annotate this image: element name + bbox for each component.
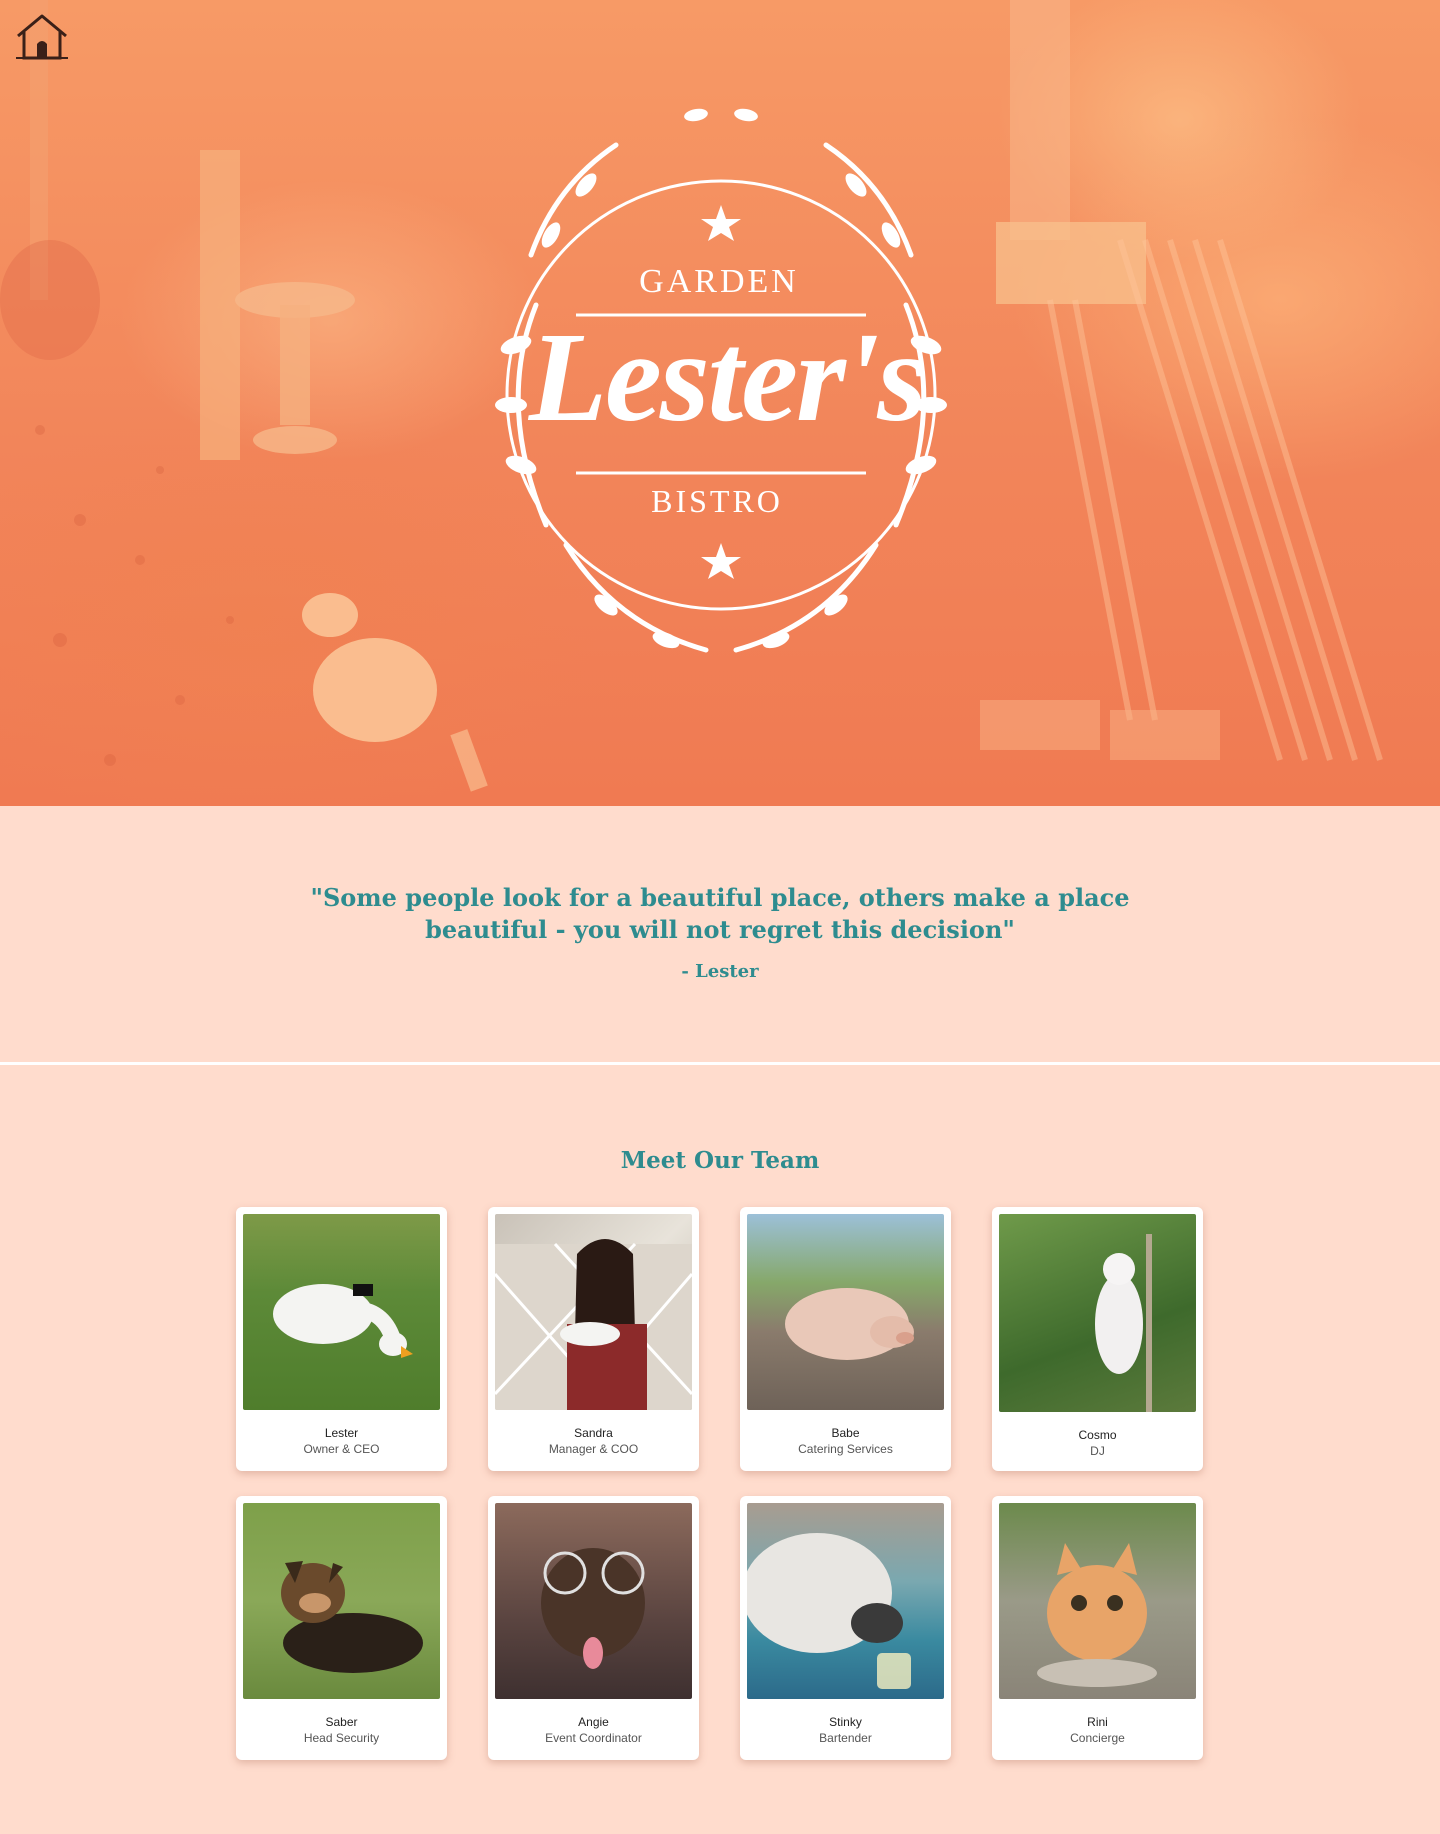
team-photo-pig xyxy=(747,1214,944,1410)
team-member-name: Cosmo xyxy=(1078,1428,1117,1442)
section-divider xyxy=(0,1062,1440,1065)
team-heading: Meet Our Team xyxy=(620,1147,820,1174)
hero-banner: GARDEN Lester's BISTRO xyxy=(0,0,1440,806)
team-photo-goose xyxy=(243,1214,440,1410)
star-icon xyxy=(701,205,741,241)
team-member-name: Sandra xyxy=(574,1426,613,1440)
team-member-name: Stinky xyxy=(829,1715,862,1729)
team-card-rini[interactable]: Rini Concierge xyxy=(992,1496,1203,1760)
quote-author: - Lester xyxy=(681,961,759,982)
team-photo-cockatoo xyxy=(999,1214,1196,1412)
logo-bottom-word: BISTRO xyxy=(651,483,783,519)
team-grid: Lester Owner & CEO Sandra Manager & COO … xyxy=(236,1207,1204,1760)
team-member-name: Rini xyxy=(1087,1715,1108,1729)
team-member-role: Owner & CEO xyxy=(303,1442,380,1456)
logo-name: Lester's xyxy=(528,306,927,448)
quote-text: "Some people look for a beautiful place,… xyxy=(310,883,1130,944)
team-card-lester[interactable]: Lester Owner & CEO xyxy=(236,1207,447,1471)
team-card-stinky[interactable]: Stinky Bartender xyxy=(740,1496,951,1760)
logo-top-word: GARDEN xyxy=(639,263,799,300)
team-photo-cat xyxy=(999,1503,1196,1699)
team-member-role: Concierge xyxy=(1070,1731,1125,1745)
team-member-name: Saber xyxy=(325,1715,358,1729)
house-icon xyxy=(16,14,68,60)
star-icon xyxy=(701,543,741,579)
quote-section: "Some people look for a beautiful place,… xyxy=(0,806,1440,1063)
team-card-sandra[interactable]: Sandra Manager & COO xyxy=(488,1207,699,1471)
team-member-role: Head Security xyxy=(303,1731,380,1745)
bistro-logo: GARDEN Lester's BISTRO xyxy=(436,105,1006,680)
team-member-name: Lester xyxy=(324,1426,359,1440)
team-member-name: Angie xyxy=(578,1715,609,1729)
team-card-angie[interactable]: Angie Event Coordinator xyxy=(488,1496,699,1760)
team-card-babe[interactable]: Babe Catering Services xyxy=(740,1207,951,1471)
team-member-role: Event Coordinator xyxy=(545,1731,642,1745)
team-photo-dog xyxy=(243,1503,440,1699)
home-button[interactable] xyxy=(14,12,70,62)
team-photo-skunk xyxy=(747,1503,944,1699)
team-member-role: DJ xyxy=(1090,1444,1105,1458)
team-member-role: Catering Services xyxy=(798,1442,893,1456)
team-photo-sandra xyxy=(495,1214,692,1410)
team-card-cosmo[interactable]: Cosmo DJ xyxy=(992,1207,1203,1471)
team-member-role: Bartender xyxy=(819,1731,872,1745)
team-card-saber[interactable]: Saber Head Security xyxy=(236,1496,447,1760)
team-photo-chihuahua xyxy=(495,1503,692,1699)
team-member-name: Babe xyxy=(831,1426,860,1440)
team-member-role: Manager & COO xyxy=(548,1442,639,1456)
